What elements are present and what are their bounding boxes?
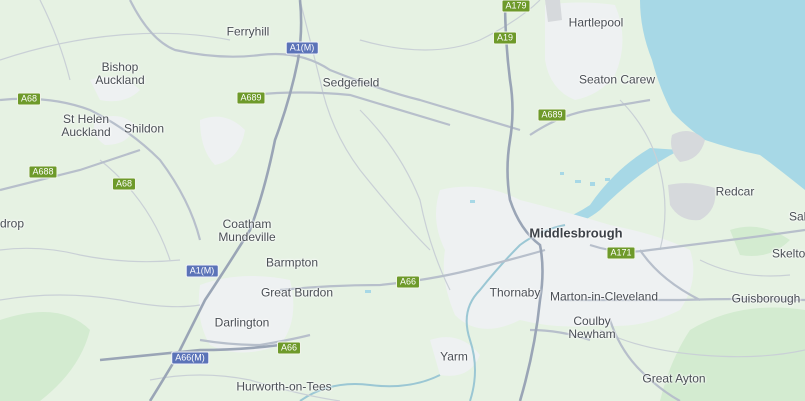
place-hartlepool[interactable]: Hartlepool [569,16,624,30]
place-sedgefield[interactable]: Sedgefield [323,76,380,90]
place-coulby-newham[interactable]: Coulby Newham [568,315,615,341]
road-shield-a19: A19 [492,31,518,45]
road-shield-a1m: A1(M) [185,264,219,278]
place-coulby-line2: Newham [568,327,616,341]
place-barmpton[interactable]: Barmpton [266,256,318,270]
road-shield-a1m: A1(M) [285,41,319,55]
place-guisborough[interactable]: Guisborough [732,292,801,306]
place-ferryhill[interactable]: Ferryhill [227,25,270,39]
place-saltburn[interactable]: Salt [789,210,805,224]
place-darlington[interactable]: Darlington [215,316,270,330]
road-shield-a66m: A66(M) [171,351,209,365]
place-great-burdon[interactable]: Great Burdon [261,286,333,300]
road-shield-a689: A689 [537,108,567,122]
place-thornaby[interactable]: Thornaby [490,286,541,300]
place-redcar[interactable]: Redcar [716,185,755,199]
place-great-ayton[interactable]: Great Ayton [642,372,705,386]
road-shield-a179: A179 [501,0,531,13]
place-seaton-carew[interactable]: Seaton Carew [579,73,655,87]
road-shield-a689: A689 [236,91,266,105]
road-shield-a68: A68 [16,92,42,106]
road-shield-a171: A171 [606,246,636,260]
place-shildon[interactable]: Shildon [124,122,164,136]
road-shield-a688: A688 [28,165,58,179]
place-coatham-mundeville[interactable]: Coatham Mundeville [218,218,275,244]
road-shield-a66: A66 [395,275,421,289]
place-drop[interactable]: drop [0,217,24,231]
place-yarm[interactable]: Yarm [440,350,468,364]
place-st-helen-auckland[interactable]: St Helen Auckland [61,113,110,139]
place-marton-in-cleveland[interactable]: Marton-in-Cleveland [550,290,658,304]
place-coatham-line2: Mundeville [218,230,276,244]
place-middlesbrough[interactable]: Middlesbrough [529,227,622,240]
place-bishop-auckland-line2: Auckland [95,73,145,87]
road-shield-a66: A66 [276,341,302,355]
place-bishop-auckland[interactable]: Bishop Auckland [95,61,144,87]
place-st-helen-line2: Auckland [61,125,111,139]
place-skelton[interactable]: Skelto [772,247,805,261]
road-shield-a68: A68 [111,177,137,191]
place-hurworth-on-tees[interactable]: Hurworth-on-Tees [236,380,331,394]
map-view[interactable]: Ferryhill Hartlepool Bishop Auckland Sed… [0,0,805,401]
